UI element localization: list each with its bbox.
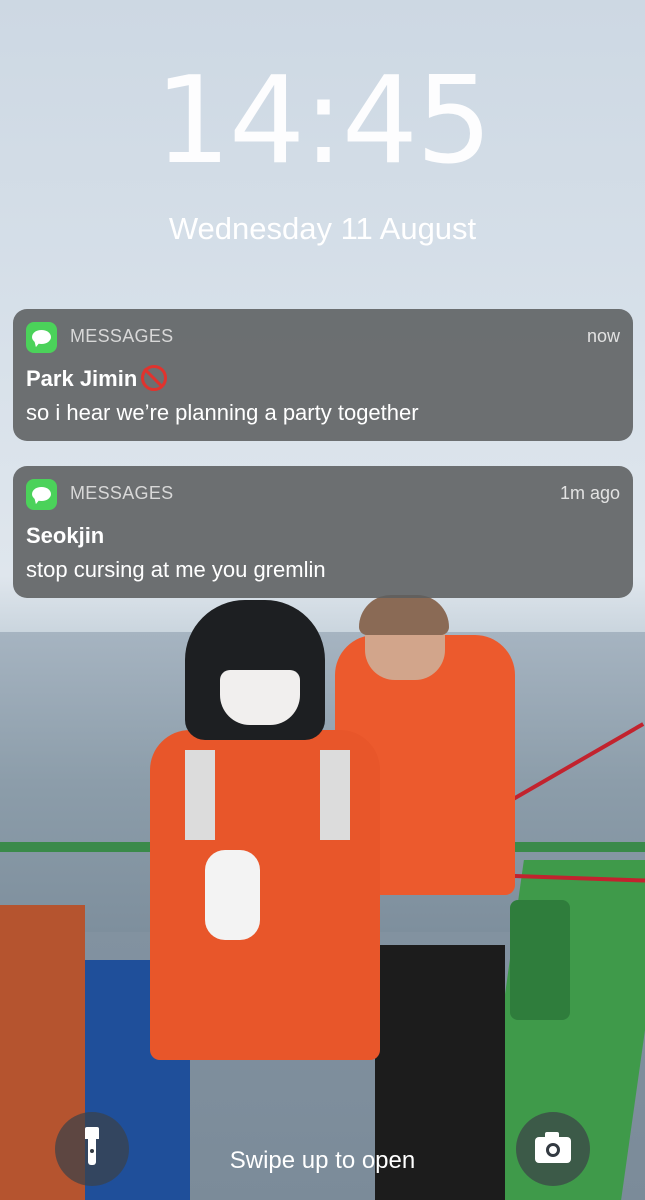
no-entry-emoji-icon <box>141 365 168 392</box>
notification-sender: Park Jimin <box>26 365 168 393</box>
messages-app-icon <box>26 322 57 353</box>
lock-screen: 14:45 Wednesday 11 August MESSAGES now P… <box>0 0 645 1200</box>
notification-time: now <box>586 326 620 346</box>
notification-app-name: MESSAGES <box>70 326 174 346</box>
notification-app-name: MESSAGES <box>70 483 174 503</box>
camera-icon <box>535 1132 571 1163</box>
lock-clock: 14:45 <box>154 52 493 191</box>
notification-sender-name: Seokjin <box>26 523 105 548</box>
notification-card[interactable]: MESSAGES now Park Jimin so i hear we’re … <box>13 309 633 441</box>
lock-date: Wednesday 11 August <box>168 211 477 246</box>
notification-body: stop cursing at me you gremlin <box>26 557 326 582</box>
camera-button[interactable] <box>516 1112 590 1186</box>
notification-body: so i hear we’re planning a party togethe… <box>26 400 419 425</box>
notification-time: 1m ago <box>559 483 620 503</box>
notification-sender-name: Park Jimin <box>26 366 138 391</box>
messages-app-icon <box>26 479 57 510</box>
notification-card[interactable]: MESSAGES 1m ago Seokjin stop cursing at … <box>13 466 633 598</box>
